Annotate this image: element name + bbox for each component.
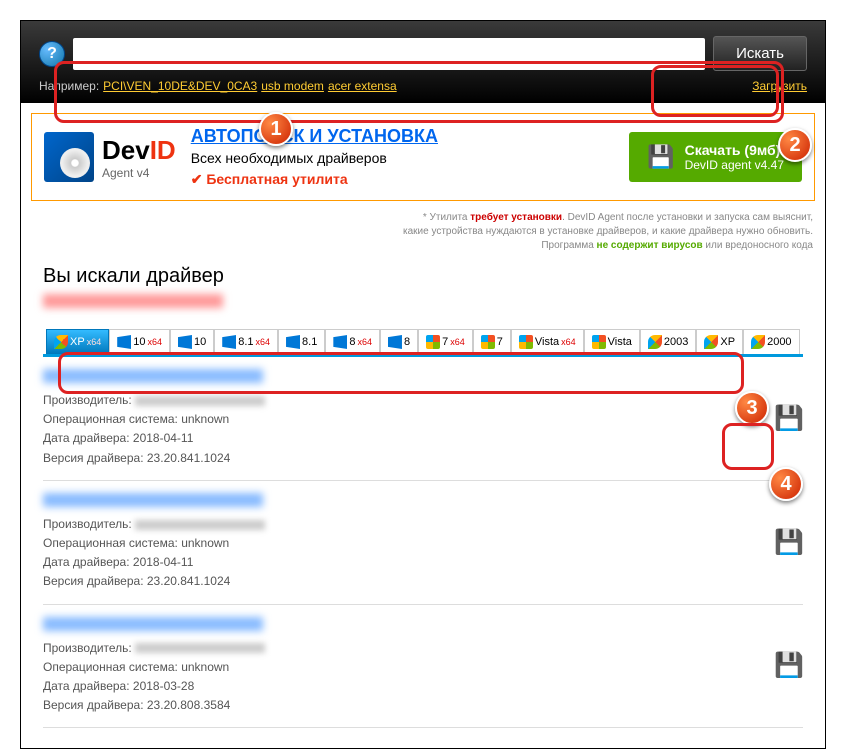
- os-tab-XP-x64[interactable]: XPx64: [46, 329, 109, 354]
- result-item: Производитель: Операционная система: unk…: [43, 481, 803, 605]
- os-tab-Vista-x64[interactable]: Vistax64: [511, 329, 584, 354]
- promo-subtitle: Всех необходимых драйверов: [191, 150, 614, 166]
- download-button[interactable]: 💾 Скачать (9мб) DevID agent v4.47: [629, 132, 802, 182]
- result-title-blurred[interactable]: [43, 369, 263, 383]
- result-item: Производитель: Операционная система: unk…: [43, 357, 803, 481]
- search-term-blurred: [43, 294, 223, 308]
- os-tab-XP[interactable]: XP: [696, 329, 743, 354]
- example-label: Например:: [39, 79, 99, 93]
- results-heading: Вы искали драйвер: [43, 265, 803, 288]
- os-tab-8[interactable]: 8: [380, 329, 418, 354]
- result-title-blurred[interactable]: [43, 493, 263, 507]
- save-driver-button[interactable]: 💾: [775, 652, 803, 680]
- save-icon: 💾: [647, 144, 674, 170]
- os-tab-10[interactable]: 10: [170, 329, 214, 354]
- example-link-0[interactable]: PCI\VEN_10DE&DEV_0CA3: [103, 79, 257, 93]
- upload-link[interactable]: Загрузить: [752, 79, 807, 93]
- devid-logo-text: DevID: [102, 135, 176, 166]
- devid-logo-icon: [44, 132, 94, 182]
- promo-free-label: Бесплатная утилита: [191, 171, 614, 188]
- search-bar: ? Искать Например: PCI\VEN_10DE&DEV_0CA3…: [21, 21, 825, 103]
- save-driver-button[interactable]: 💾: [775, 404, 803, 432]
- search-input[interactable]: [73, 38, 705, 70]
- os-tab-8.1-x64[interactable]: 8.1x64: [214, 329, 278, 354]
- promo-title[interactable]: АВТОПОИСК И УСТАНОВКА: [191, 126, 614, 147]
- disclaimer-text: * Утилита требует установки. DevID Agent…: [33, 211, 813, 253]
- promo-banner: DevID Agent v4 АВТОПОИСК И УСТАНОВКА Все…: [31, 113, 815, 201]
- save-driver-button[interactable]: 💾: [775, 528, 803, 556]
- os-tab-8-x64[interactable]: 8x64: [325, 329, 380, 354]
- example-link-1[interactable]: usb modem: [261, 79, 324, 93]
- os-tab-10-x64[interactable]: 10x64: [109, 329, 170, 354]
- agent-version: Agent v4: [102, 166, 176, 180]
- search-button[interactable]: Искать: [713, 36, 807, 71]
- os-tab-7-x64[interactable]: 7x64: [418, 329, 473, 354]
- os-tab-2000[interactable]: 2000: [743, 329, 799, 354]
- result-item: Производитель: Операционная система: unk…: [43, 605, 803, 729]
- help-icon[interactable]: ?: [39, 41, 65, 67]
- example-link-2[interactable]: acer extensa: [328, 79, 397, 93]
- os-tab-2003[interactable]: 2003: [640, 329, 696, 354]
- os-tab-8.1[interactable]: 8.1: [278, 329, 325, 354]
- os-tab-7[interactable]: 7: [473, 329, 511, 354]
- os-tabs: XPx6410x64108.1x648.18x6487x647Vistax64V…: [43, 326, 803, 357]
- result-title-blurred[interactable]: [43, 617, 263, 631]
- os-tab-Vista[interactable]: Vista: [584, 329, 640, 354]
